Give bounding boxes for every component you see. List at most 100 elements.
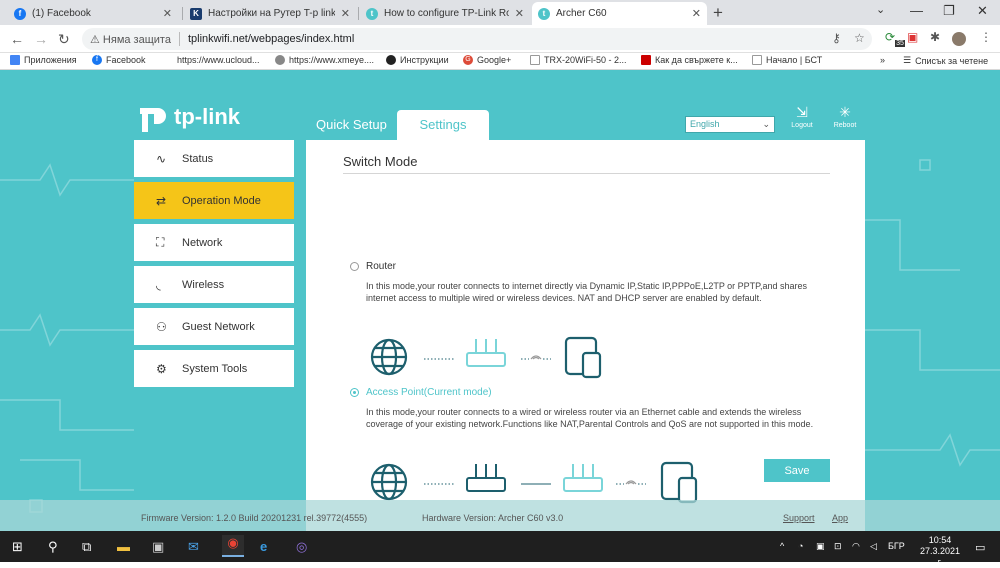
bookmark-ucloud[interactable]: https://www.ucloud...	[163, 55, 260, 65]
tab-archer-c60[interactable]: t Archer C60 ✕	[532, 2, 707, 25]
back-icon[interactable]: ←	[10, 31, 24, 47]
tab-facebook[interactable]: f (1) Facebook ✕	[8, 2, 178, 25]
app-link[interactable]: App	[832, 513, 848, 523]
clock-date: 27.3.2021 г.	[920, 546, 961, 567]
bookmark-facebook[interactable]: f Facebook	[92, 55, 146, 65]
sidebar-item-wireless[interactable]: ◟ Wireless	[134, 266, 294, 303]
access-point-icon	[563, 464, 603, 492]
reboot-button[interactable]: ✳ Reboot	[825, 104, 865, 129]
reading-list-label: Списък за четене	[915, 55, 989, 66]
page-icon	[530, 55, 540, 65]
url-text[interactable]: tplinkwifi.net/webpages/index.html	[188, 33, 354, 45]
sidebar-item-network[interactable]: ⛶ Network	[134, 224, 294, 261]
windows-taskbar: ⊞ ⚲ ⧉ ▬ ▣ ✉ ◉ e ◎ ^ ◔ ▣ ⊡ ◠ ◁ БГР 10:54 …	[0, 531, 1000, 567]
clock-time: 10:54	[928, 535, 952, 545]
maximize-icon[interactable]: ❐	[943, 3, 955, 19]
minimize-icon[interactable]: —	[910, 3, 923, 18]
close-icon[interactable]: ✕	[692, 7, 701, 20]
reading-list[interactable]: ☰ Списък за четене	[903, 55, 988, 66]
file-explorer-icon[interactable]: ▬	[117, 539, 130, 554]
tab-title: How to configure TP-Link Router	[384, 8, 509, 19]
bookmark-xmeye[interactable]: https://www.xmeye....	[275, 55, 374, 65]
language-value: English	[690, 119, 720, 129]
support-link[interactable]: Support	[783, 513, 815, 523]
avatar[interactable]	[952, 32, 966, 46]
input-language[interactable]: БГР	[888, 541, 905, 551]
puzzle-icon[interactable]: ✱	[930, 30, 940, 44]
bookmark-google-plus[interactable]: G Google+	[463, 55, 511, 65]
forward-icon[interactable]: →	[34, 31, 48, 47]
bookmark-label: https://www.xmeye....	[289, 55, 375, 65]
close-icon[interactable]: ✕	[163, 7, 172, 20]
tray-icon[interactable]: ◔	[798, 541, 803, 551]
volume-icon[interactable]: ◁	[870, 541, 877, 552]
page-icon	[752, 55, 762, 65]
tray-overflow-icon[interactable]: ^	[780, 541, 784, 551]
logout-button[interactable]: ⇲ Logout	[782, 104, 822, 129]
network-tray-icon[interactable]: ◠	[852, 541, 860, 552]
omnibox[interactable]: ⚠ Няма защита tplinkwifi.net/webpages/in…	[82, 28, 872, 50]
extension-icon[interactable]: ⟳35	[885, 30, 905, 47]
close-window-icon[interactable]: ✕	[977, 3, 988, 19]
bookmarks-overflow[interactable]: »	[880, 55, 885, 65]
sidebar-item-operation-mode[interactable]: ⇄ Operation Mode	[134, 182, 294, 219]
bookmark-apps[interactable]: Приложения	[10, 55, 77, 65]
globe-icon	[275, 55, 285, 65]
router-page: tp-link Quick Setup Settings English ⌄ ⇲…	[0, 70, 1000, 531]
sidebar-item-system-tools[interactable]: ⚙ System Tools	[134, 350, 294, 387]
bookmark-instructions[interactable]: Инструкции	[386, 55, 449, 65]
notifications-icon[interactable]: ▭	[975, 541, 985, 554]
wifi-icon: ◟	[156, 277, 161, 292]
edge-icon[interactable]: e	[260, 539, 267, 554]
shield-extension-icon[interactable]: ▣	[907, 30, 918, 44]
sidebar-item-label: System Tools	[182, 362, 248, 375]
tab-search-icon[interactable]: ⌄	[876, 3, 885, 16]
globe-icon	[370, 463, 408, 501]
tab-settings[interactable]: Settings	[397, 110, 489, 140]
tab-quick-setup[interactable]: Quick Setup	[316, 110, 401, 140]
grammarly-icon	[641, 55, 651, 65]
gear-icon: ⚙	[156, 361, 167, 376]
access-point-mode-description: In this mode,your router connects to a w…	[366, 407, 814, 429]
tray-icon[interactable]: ⊡	[834, 541, 842, 552]
save-button[interactable]: Save	[764, 459, 830, 482]
close-icon[interactable]: ✕	[341, 7, 350, 20]
security-indicator[interactable]: ⚠ Няма защита	[90, 33, 171, 46]
tab-how-to-configure[interactable]: t How to configure TP-Link Router ✕	[360, 2, 530, 25]
windows-start-icon[interactable]: ⊞	[12, 539, 23, 555]
switch-mode-panel: Switch Mode Router In this mode,your rou…	[306, 140, 865, 531]
reload-icon[interactable]: ↻	[58, 31, 70, 48]
bookmarks-bar: Приложения f Facebook https://www.ucloud.…	[0, 53, 1000, 70]
bookmark-how-to-connect[interactable]: Как да свържете к...	[641, 55, 738, 65]
chrome-icon[interactable]: ◉	[222, 535, 244, 557]
sidebar-item-guest-network[interactable]: ⚇ Guest Network	[134, 308, 294, 345]
bookmark-label: Facebook	[106, 55, 146, 65]
router-mode-description: In this mode,your router connects to int…	[366, 281, 808, 303]
clock[interactable]: 10:54 27.3.2021 г.	[920, 535, 960, 568]
access-point-mode-radio[interactable]: Access Point(Current mode)	[350, 387, 492, 398]
bookmark-label: Приложения	[24, 55, 77, 65]
close-icon[interactable]: ✕	[515, 7, 524, 20]
chevron-down-icon: ⌄	[762, 119, 770, 129]
radio-button[interactable]	[350, 388, 359, 397]
facebook-icon: f	[14, 7, 26, 20]
viber-icon[interactable]: ◎	[296, 539, 307, 555]
menu-icon[interactable]: ⋮	[980, 30, 992, 44]
bookmark-trx[interactable]: TRX-20WiFi-50 - 2...	[530, 55, 627, 65]
sidebar-item-status[interactable]: ∿ Status	[134, 140, 294, 177]
task-view-icon[interactable]: ⧉	[82, 539, 91, 555]
sidebar-item-label: Guest Network	[182, 320, 255, 333]
pulse-icon: ∿	[156, 151, 167, 166]
bookmark-bst[interactable]: Начало | БСТ	[752, 55, 822, 65]
key-icon[interactable]: ⚷	[832, 31, 841, 45]
store-icon[interactable]: ▣	[152, 539, 164, 555]
search-icon[interactable]: ⚲	[48, 539, 58, 555]
language-select[interactable]: English ⌄	[685, 116, 775, 133]
bookmark-star-icon[interactable]: ☆	[854, 31, 865, 45]
mail-icon[interactable]: ✉	[188, 539, 199, 555]
radio-button[interactable]	[350, 262, 359, 271]
router-mode-radio[interactable]: Router	[350, 261, 396, 272]
tray-icon[interactable]: ▣	[816, 541, 825, 552]
tab-router-settings[interactable]: K Настройки на Рутер T-p link Arc ✕	[184, 2, 356, 25]
new-tab-button[interactable]: +	[713, 3, 723, 23]
